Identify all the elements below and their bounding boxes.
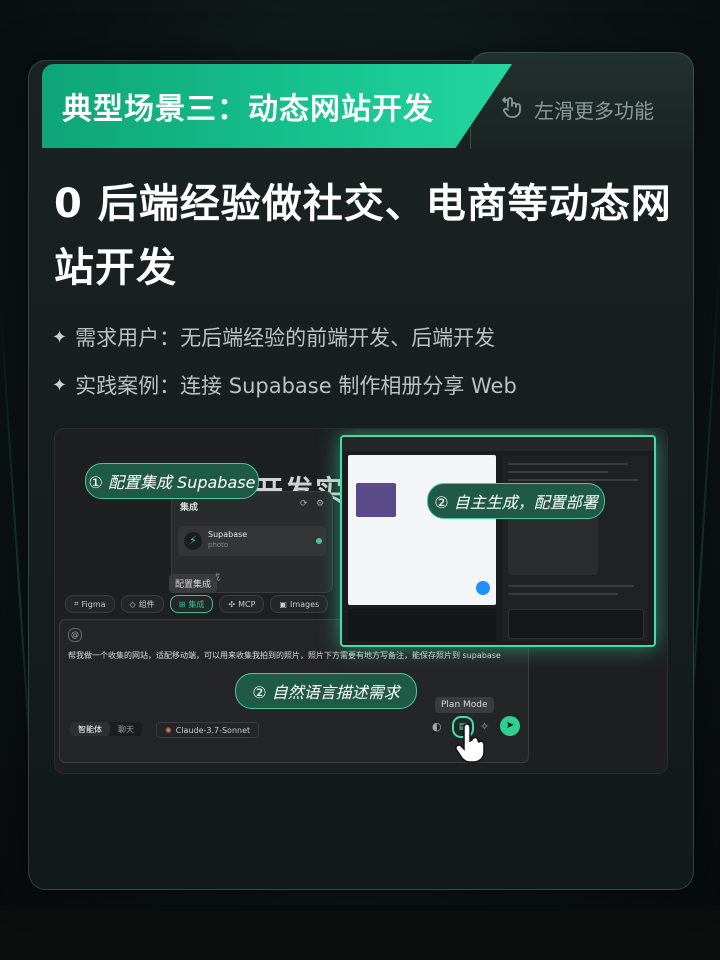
plan-mode-tooltip: Plan Mode [435,697,494,713]
composer-toolbar: ⌗ Figma ◇ 组件 ⊞ 集成 ✣ MCP ▣ Images [65,595,329,613]
config-tooltip: 配置集成 [169,574,218,593]
ide-preview-window [340,435,656,647]
claude-icon: ✺ [165,725,172,735]
figma-chip[interactable]: ⌗ Figma [65,595,115,613]
component-icon: ◇ [129,599,136,609]
step-pill-describe: ② 自然语言描述需求 [235,673,417,709]
swipe-hint[interactable]: 左滑更多功能 [500,94,654,125]
gear-icon[interactable]: ⚙ [316,499,324,509]
mcp-icon: ✣ [228,599,236,609]
swipe-hint-label: 左滑更多功能 [534,99,654,123]
image-icon: ▣ [279,599,287,609]
model-label: Claude-3.7-Sonnet [175,725,251,735]
scenario-title: 典型场景三：动态网站开发 [62,92,434,127]
palette-icon[interactable]: ◐ [432,720,442,733]
photo-thumbnail [356,483,396,517]
refresh-icon[interactable]: ⟳ [300,499,308,509]
mode-agent-tab[interactable]: 智能体 [70,722,110,736]
chip-label: Images [289,599,320,609]
app-preview [348,455,496,605]
integration-chip[interactable]: ⊞ 集成 [169,595,214,613]
pointer-hand-icon [455,723,485,763]
bullet-label: 需求用户：无后端经验的前端开发、后端开发 [75,326,496,350]
status-dot [316,538,322,544]
step-pill-configure: ① 配置集成 Supabase [85,463,259,499]
bullet-item: ✦ 需求用户：无后端经验的前端开发、后端开发 [52,322,495,352]
supabase-logo-icon: ⚡ [184,532,202,550]
bullet-item: ✦ 实践案例：连接 Supabase 制作相册分享 Web [52,370,517,400]
prompt-text[interactable]: 帮我做一个收集的网站，适配移动端，可以用来收集我拍到的照片，照片下方需要有地方写… [68,650,518,661]
figma-icon: ⌗ [74,599,79,608]
mode-chat-tab[interactable]: 聊天 [110,722,142,736]
chip-label: Figma [81,599,106,609]
ide-titlebar [342,437,654,451]
chip-label: 集成 [188,599,205,609]
sparkle-icon: ✦ [52,374,68,396]
send-button[interactable]: ➤ [500,716,520,736]
step-pill-generate: ② 自主生成，配置部署 [427,483,605,519]
integration-icon: ⊞ [178,599,186,609]
demo-screenshot: 开发实时 集成 ⟳ ⚙ ⚡ Supabase photo 成 配置集成 ⌗Fig… [54,428,668,774]
model-selector[interactable]: ✺ Claude-3.7-Sonnet [156,722,260,738]
headline: 0 后端经验做社交、电商等动态网站开发 [54,181,672,291]
sparkle-icon: ✦ [52,326,68,348]
images-chip[interactable]: ▣ Images [270,595,329,613]
supabase-card[interactable]: ⚡ Supabase photo [178,526,326,556]
mcp-chip[interactable]: ✣ MCP [219,595,265,613]
service-sub: photo [208,541,229,549]
component-chip[interactable]: ◇ 组件 [120,595,164,613]
service-name: Supabase [208,530,248,539]
mention-icon[interactable]: @ [68,628,82,642]
chip-label: 组件 [138,599,155,609]
integration-panel-title: 集成 [180,503,199,513]
swipe-hand-icon [500,94,526,125]
bullet-label: 实践案例：连接 Supabase 制作相册分享 Web [75,374,517,398]
terminal-panel [348,609,496,641]
mode-switch: 智能体 聊天 [70,722,142,736]
add-photo-button [476,581,490,595]
chip-label: MCP [238,599,256,609]
file-list-card [508,515,598,575]
chat-input [508,609,644,639]
